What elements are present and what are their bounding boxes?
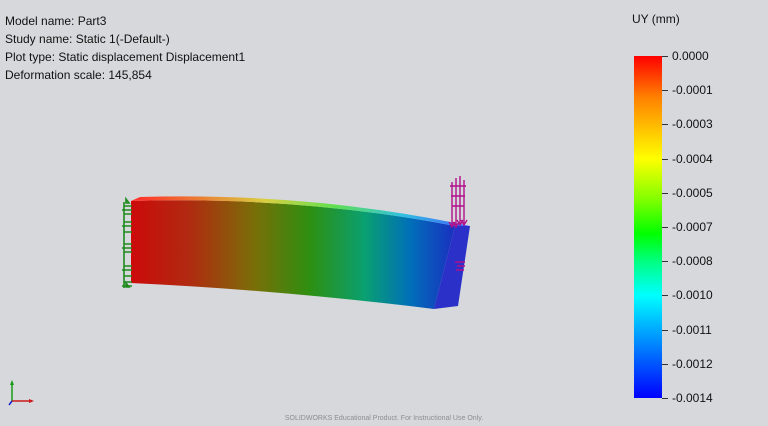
legend-title: UY (mm) — [632, 12, 680, 26]
fixture-green-icon — [122, 196, 132, 288]
legend-tick-label: -0.0003 — [672, 117, 713, 131]
legend-tick-label: -0.0007 — [672, 220, 713, 234]
legend-tick — [662, 124, 668, 125]
legend-tick-label: -0.0001 — [672, 83, 713, 97]
legend-tick-label: -0.0012 — [672, 357, 713, 371]
legend-tick — [662, 56, 668, 57]
legend-tick-label: -0.0011 — [672, 323, 712, 337]
legend-tick-label: -0.0010 — [672, 288, 713, 302]
legend-tick — [662, 193, 668, 194]
deformed-beam — [131, 196, 470, 309]
legend-tick-label: -0.0004 — [672, 152, 713, 166]
legend-tick-label: -0.0014 — [672, 391, 713, 405]
legend-tick-label: -0.0005 — [672, 186, 713, 200]
legend-tick — [662, 295, 668, 296]
legend-tick — [662, 227, 668, 228]
legend-tick-label: -0.0008 — [672, 254, 713, 268]
watermark-text: SOLIDWORKS Educational Product. For Inst… — [284, 415, 484, 422]
legend-tick — [662, 330, 668, 331]
legend-tick — [662, 159, 668, 160]
legend-tick-label: 0.0000 — [672, 49, 709, 63]
color-scale-bar — [634, 56, 662, 398]
legend-tick — [662, 261, 668, 262]
legend-tick — [662, 364, 668, 365]
legend-tick — [662, 90, 668, 91]
legend-tick — [662, 398, 668, 399]
coordinate-triad-icon — [8, 380, 34, 406]
